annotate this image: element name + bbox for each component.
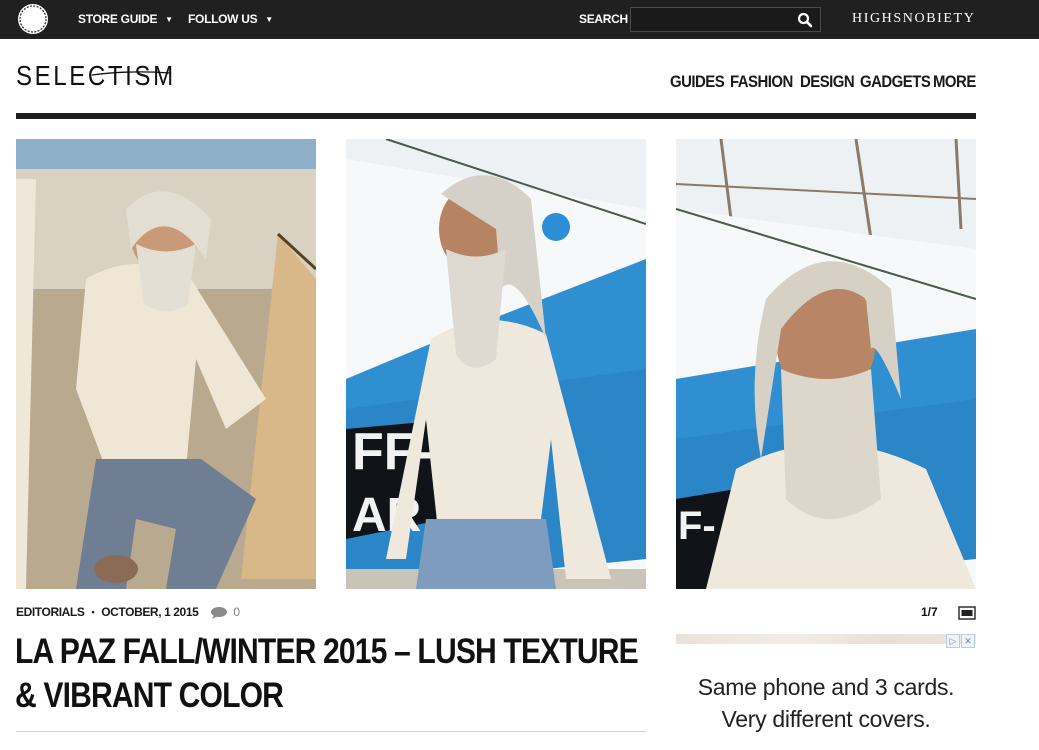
site-emblem-icon[interactable] [17, 3, 49, 35]
article-title: LA PAZ FALL/WINTER 2015 – LUSH TEXTURE &… [15, 632, 639, 715]
gallery-counter: 1/7 [921, 605, 938, 619]
search-input[interactable] [630, 7, 821, 32]
title-divider [16, 731, 646, 732]
highsnobiety-link[interactable]: HIGHSNOBIETY [852, 11, 975, 27]
nav-more[interactable]: MORE [933, 72, 976, 92]
gallery-image-2[interactable]: FF- AR [346, 139, 646, 589]
store-guide-menu[interactable]: STORE GUIDE ▼ [78, 12, 173, 26]
caret-down-icon: ▼ [265, 15, 273, 24]
nav-design[interactable]: DESIGN [800, 72, 855, 92]
follow-us-label: FOLLOW US [188, 12, 258, 26]
follow-us-menu[interactable]: FOLLOW US ▼ [188, 12, 273, 26]
gallery-image-3[interactable]: F- [676, 139, 976, 589]
search-icon[interactable] [796, 11, 814, 29]
article-meta: EDITORIALS • OCTOBER, 1 2015 0 [16, 605, 240, 619]
advertisement[interactable]: ▷ ✕ Same phone and 3 cards. Very differe… [676, 634, 976, 750]
nav-guides[interactable]: GUIDES [670, 72, 725, 92]
svg-text:F-: F- [678, 504, 716, 548]
photo-old-man-closeup-by-boat-icon: F- [676, 139, 976, 589]
article-date: OCTOBER, 1 2015 [101, 605, 199, 619]
store-guide-label: STORE GUIDE [78, 12, 158, 26]
ad-image-strip [676, 634, 976, 644]
ad-line-1: Same phone and 3 cards. [697, 674, 955, 700]
gallery-image-1[interactable] [16, 139, 316, 589]
meta-separator: • [91, 607, 95, 617]
comment-bubble-icon[interactable] [210, 606, 228, 619]
category-link[interactable]: EDITORIALS [16, 605, 85, 619]
fullscreen-icon[interactable] [958, 606, 976, 620]
ad-line-2: Very different covers. [721, 706, 931, 732]
photo-old-man-crouching-by-sail-icon [16, 139, 316, 589]
ad-choices-icon[interactable]: ▷ [946, 634, 960, 648]
top-bar: STORE GUIDE ▼ FOLLOW US ▼ SEARCH HIGHSNOBI… [0, 0, 1039, 39]
header-divider [16, 113, 976, 119]
logo-swoosh-icon [91, 71, 171, 76]
comment-count[interactable]: 0 [233, 605, 240, 619]
search-label: SEARCH [579, 12, 628, 26]
caret-down-icon: ▼ [165, 15, 173, 24]
nav-fashion[interactable]: FASHION [730, 72, 793, 92]
photo-old-man-standing-by-blue-boat-icon: FF- AR [346, 139, 646, 589]
nav-gadgets[interactable]: GADGETS [860, 72, 931, 92]
ad-close-icon[interactable]: ✕ [961, 634, 975, 648]
